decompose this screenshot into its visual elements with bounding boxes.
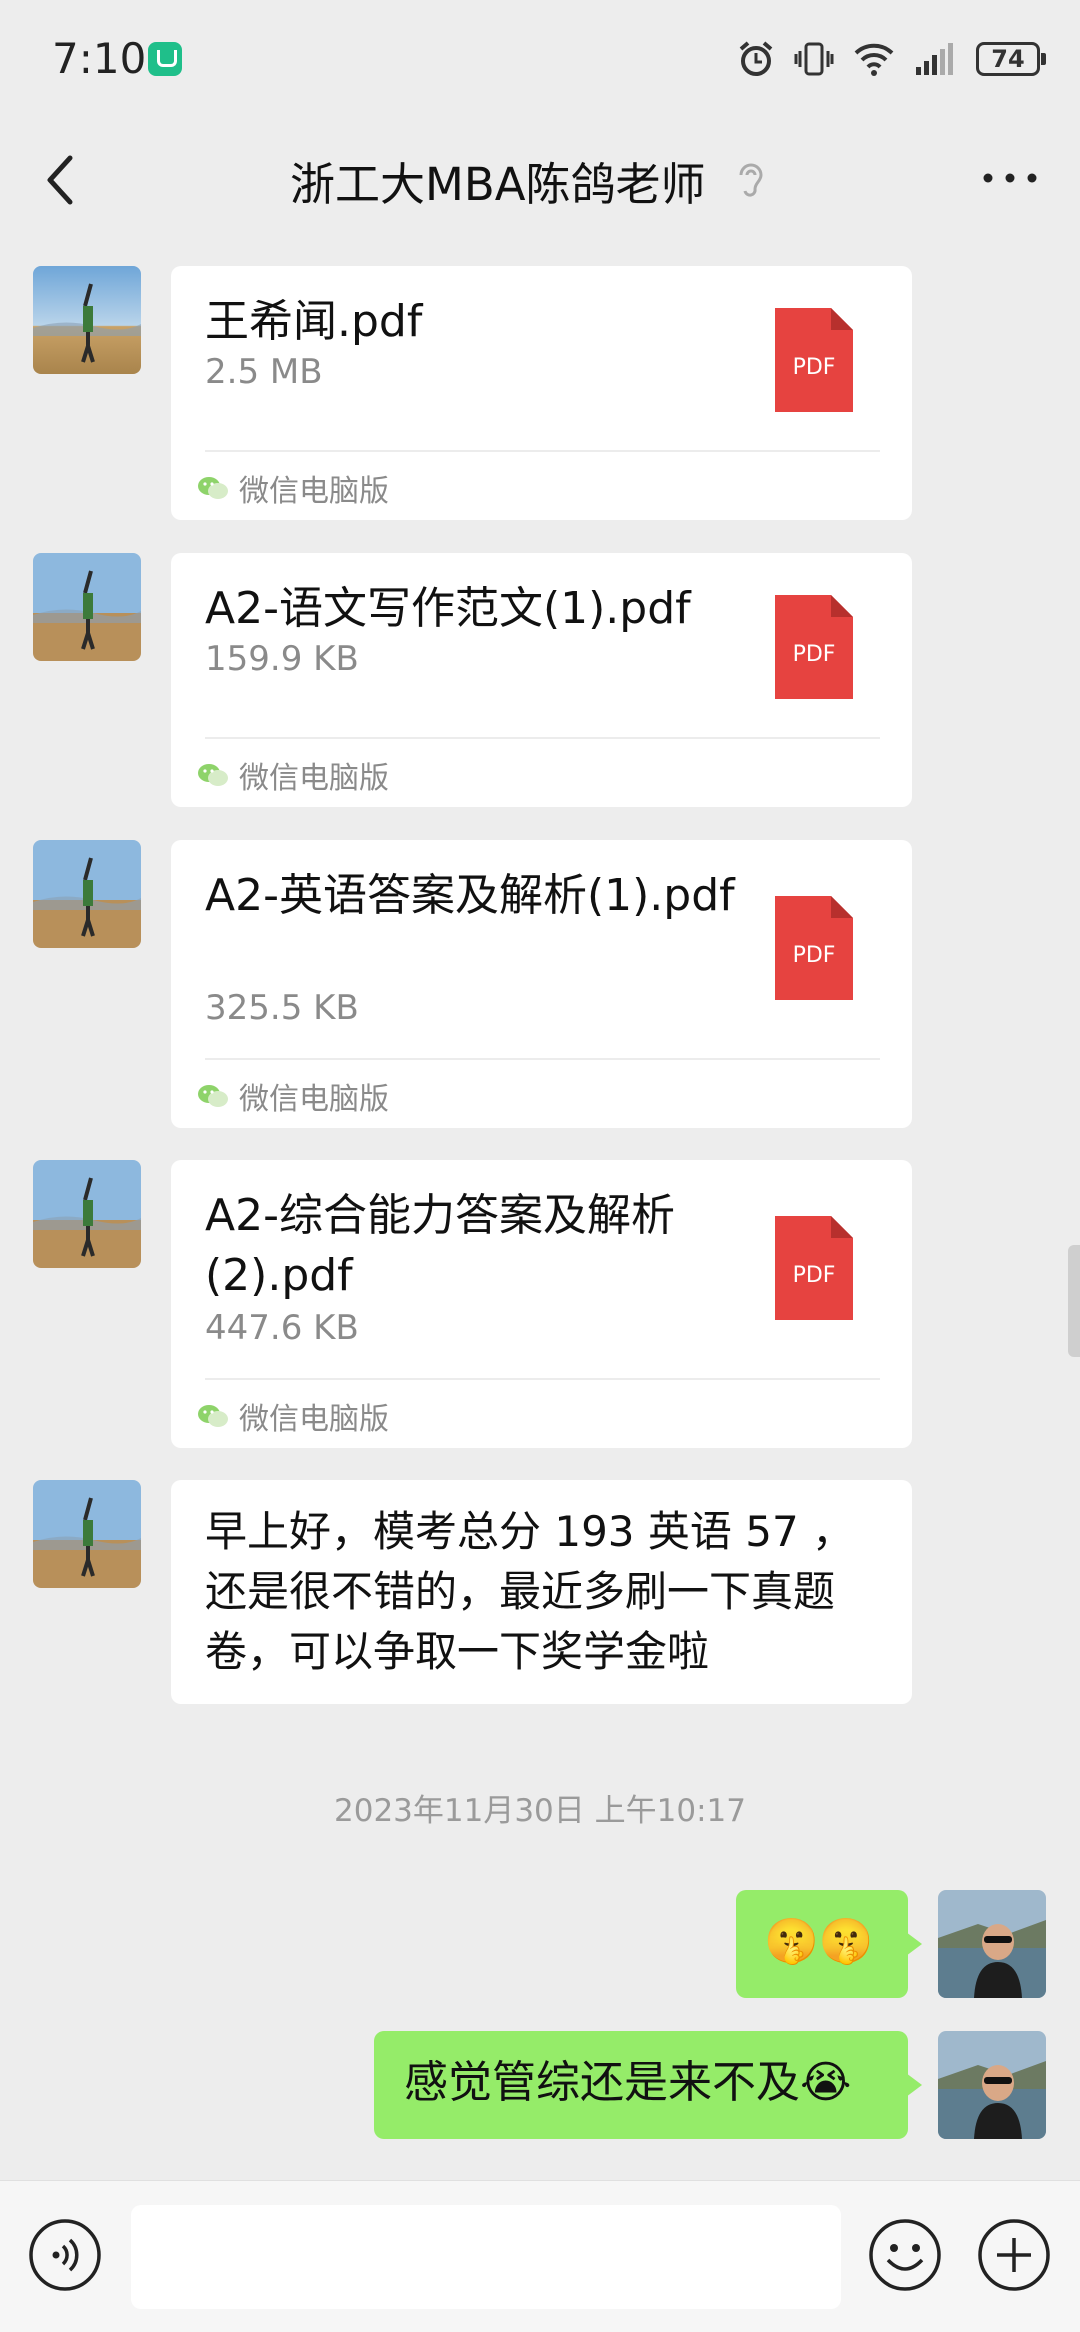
- status-bar: 7:10 74: [0, 0, 1080, 120]
- file-source: 微信电脑版: [197, 753, 389, 797]
- voice-input-icon[interactable]: [28, 2218, 102, 2292]
- chat-input-bar: [0, 2180, 1080, 2332]
- pdf-file-icon: PDF: [775, 595, 853, 699]
- sender-avatar[interactable]: [33, 1480, 141, 1588]
- svg-text:PDF: PDF: [793, 943, 836, 968]
- wechat-icon: [198, 764, 228, 786]
- chat-title-area: 浙工大MBA陈鸽老师: [290, 148, 767, 213]
- status-time: 7:10: [52, 34, 147, 83]
- sender-avatar[interactable]: [33, 266, 141, 374]
- pdf-file-icon: PDF: [775, 308, 853, 412]
- vibrate-icon: [794, 42, 834, 76]
- sender-avatar[interactable]: [33, 1160, 141, 1268]
- text-message-bubble[interactable]: 早上好，模考总分 193 英语 57 ，还是很不错的，最近多刷一下真题卷，可以争…: [171, 1480, 912, 1704]
- system-icons: 74: [736, 36, 1046, 82]
- pdf-file-icon: PDF: [775, 1216, 853, 1320]
- file-message-card[interactable]: A2-语文写作范文(1).pdf 159.9 KB PDF 微信电脑版: [171, 553, 912, 807]
- svg-text:PDF: PDF: [793, 1263, 836, 1288]
- file-message-card[interactable]: A2-综合能力答案及解析(2).pdf 447.6 KB PDF 微信电脑版: [171, 1160, 912, 1448]
- app-notification-icon: [148, 42, 182, 76]
- plus-icon[interactable]: [977, 2218, 1051, 2292]
- card-divider: [205, 450, 880, 452]
- my-avatar[interactable]: [938, 1890, 1046, 1998]
- wechat-icon: [198, 1405, 228, 1427]
- pdf-file-icon: PDF: [775, 896, 853, 1000]
- chat-timestamp: 2023年11月30日 上午10:17: [334, 1793, 746, 1829]
- file-size: 447.6 KB: [205, 1308, 359, 1348]
- file-source: 微信电脑版: [197, 1074, 389, 1118]
- file-source: 微信电脑版: [197, 1394, 389, 1438]
- more-options-icon[interactable]: [980, 168, 1040, 188]
- file-size: 159.9 KB: [205, 639, 359, 679]
- file-message-card[interactable]: 王希闻.pdf 2.5 MB PDF 微信电脑版: [171, 266, 912, 520]
- earpiece-mode-icon: [739, 163, 763, 197]
- back-arrow-icon[interactable]: [40, 150, 80, 210]
- alarm-icon: [739, 41, 773, 76]
- svg-text:PDF: PDF: [793, 355, 836, 380]
- file-source-label: 微信电脑版: [239, 1082, 389, 1117]
- chat-header: 浙工大MBA陈鸽老师: [0, 120, 1080, 240]
- battery-indicator: 74: [976, 42, 1046, 76]
- sender-avatar[interactable]: [33, 553, 141, 661]
- wifi-icon: [854, 43, 894, 76]
- file-name: A2-综合能力答案及解析(2).pdf: [205, 1190, 675, 1301]
- file-name: 王希闻.pdf: [205, 296, 423, 347]
- file-source-label: 微信电脑版: [239, 761, 389, 796]
- file-name: A2-英语答案及解析(1).pdf: [205, 870, 735, 921]
- file-size: 325.5 KB: [205, 988, 359, 1028]
- scrollbar[interactable]: [1068, 1245, 1080, 1357]
- wechat-icon: [198, 1085, 228, 1107]
- message-input[interactable]: [131, 2205, 841, 2309]
- chat-title: 浙工大MBA陈鸽老师: [290, 158, 706, 211]
- card-divider: [205, 737, 880, 739]
- my-message-bubble[interactable]: 🤫🤫: [736, 1890, 922, 1998]
- sender-avatar[interactable]: [33, 840, 141, 948]
- card-divider: [205, 1058, 880, 1060]
- svg-text:PDF: PDF: [793, 642, 836, 667]
- wechat-icon: [198, 477, 228, 499]
- file-source-label: 微信电脑版: [239, 1402, 389, 1437]
- file-source: 微信电脑版: [197, 466, 389, 510]
- my-message-bubble[interactable]: 感觉管综还是来不及😭: [374, 2031, 922, 2139]
- file-name: A2-语文写作范文(1).pdf: [205, 583, 691, 634]
- file-size: 2.5 MB: [205, 352, 323, 392]
- signal-icon: [916, 43, 953, 75]
- emoji-icon[interactable]: [868, 2218, 942, 2292]
- file-source-label: 微信电脑版: [239, 474, 389, 509]
- file-message-card[interactable]: A2-英语答案及解析(1).pdf 325.5 KB PDF 微信电脑版: [171, 840, 912, 1128]
- card-divider: [205, 1378, 880, 1380]
- my-avatar[interactable]: [938, 2031, 1046, 2139]
